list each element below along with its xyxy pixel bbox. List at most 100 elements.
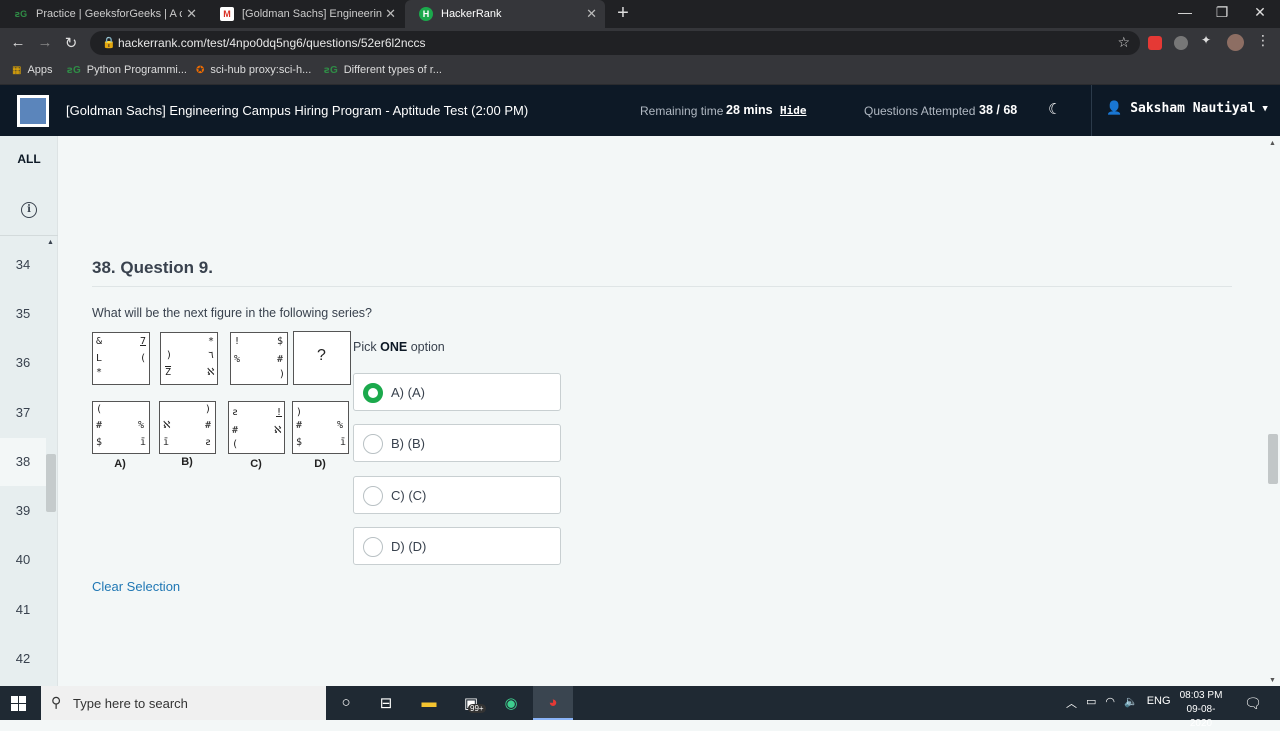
series-figure-1: & 7 L( * [92,332,150,385]
all-questions-button[interactable]: ALL [0,152,58,166]
hackerrank-icon: H [419,7,433,21]
puzzle-extensions-icon[interactable]: ✦ [1201,33,1215,47]
close-window-icon[interactable]: ✕ [1250,4,1270,21]
sidebar-item-42[interactable]: 42 [0,651,46,666]
sidebar-item-35[interactable]: 35 [0,306,46,321]
page-scrollbar[interactable]: ▲ ▼ [1266,136,1280,686]
bookmark-different-types[interactable]: ꙅG Different types of r... [324,64,442,76]
answer-label-d: D) [314,458,326,470]
taskbar-search-input[interactable]: ⚲ Type here to search [41,686,326,720]
option-c[interactable]: C) (C) [353,476,561,514]
omnibox[interactable]: 🔒 hackerrank.com/test/4npo0dq5ng6/questi… [90,31,1140,55]
pick-prefix: Pick [353,340,377,354]
app-icon[interactable]: ▣99+ [460,694,486,713]
wifi-icon[interactable]: ◠ [1105,695,1115,711]
sidebar-item-39[interactable]: 39 [0,503,46,518]
remaining-time-value: 28 mins [726,103,773,117]
question-title: 38. Question 9. [92,258,213,277]
action-center-icon[interactable]: 🗨 [1244,695,1262,712]
scrollbar-thumb[interactable] [1268,434,1278,484]
sidebar-item-40[interactable]: 40 [0,552,46,567]
reload-icon[interactable]: ↻ [62,34,80,52]
scroll-up-icon[interactable]: ▲ [47,239,54,246]
scroll-down-icon[interactable]: ▼ [1269,677,1276,684]
answer-label-a: A) [114,458,126,470]
answer-figure-c: ƨ! # ℵ ( [228,401,285,454]
sidebar-item-41[interactable]: 41 [0,602,46,617]
clear-selection-link[interactable]: Clear Selection [92,579,180,594]
forward-icon[interactable]: → [36,34,54,51]
language-indicator[interactable]: ENG [1147,695,1171,711]
close-icon[interactable]: ✕ [586,6,597,22]
chrome-taskbar-button[interactable]: ◕ [533,686,573,720]
extension-icon[interactable] [1148,36,1162,50]
sidebar-item-38[interactable]: 38 [0,438,46,486]
url-text[interactable]: hackerrank.com/test/4npo0dq5ng6/question… [118,36,426,50]
minimize-icon[interactable]: — [1175,4,1195,20]
sidebar-divider [0,235,58,236]
menu-kebab-icon[interactable]: ⋮ [1256,32,1270,48]
clock[interactable]: 08:03 PM 09-08-2020 [1176,689,1226,731]
windows-start-icon[interactable] [11,696,27,712]
clock-time: 08:03 PM [1179,690,1223,701]
dark-mode-moon-icon[interactable]: ☾ [1048,100,1061,118]
option-d[interactable]: D) (D) [353,527,561,565]
user-menu[interactable]: 👤 Saksham Nautiyal ▼ [1106,101,1268,116]
bookmark-scihub[interactable]: ✪ sci-hub proxy:sci-h... [196,64,311,76]
option-label: C) (C) [391,488,427,503]
bookmarks-bar: ▦ Apps ꙅG Python Programmi... ✪ sci-hub … [0,58,1280,85]
questions-attempted-value: 38 / 68 [979,103,1018,117]
radio-unselected[interactable] [363,537,383,557]
company-logo [17,95,49,127]
close-icon[interactable]: ✕ [186,6,197,22]
series-figure-2: * ) ٦ Zℵ [160,332,218,385]
questions-attempted-label: Questions Attempted [864,104,976,118]
volume-icon[interactable]: 🔈 [1124,695,1138,711]
cortana-icon[interactable]: ○ [335,694,357,711]
series-figure-3: ! $ % # ) [230,332,288,385]
back-icon[interactable]: ← [9,34,27,51]
sidebar-item-34[interactable]: 34 [0,257,46,272]
chevron-up-icon[interactable]: ︿ [1066,695,1077,711]
system-tray: ︿ ▭ ◠ 🔈 ENG [1066,695,1171,711]
series-figure-unknown: ? [293,331,351,385]
tab-geeksforgeeks[interactable]: ꙅG Practice | GeeksforGeeks | A com ✕ [0,0,205,28]
radio-unselected[interactable] [363,486,383,506]
battery-icon[interactable]: ▭ [1086,695,1096,711]
geeksforgeeks-icon: ꙅG [324,64,338,76]
option-label: A) (A) [391,385,425,400]
bookmark-label: Python Programmi... [86,64,187,76]
restore-icon[interactable]: ❐ [1212,4,1232,21]
scroll-up-icon[interactable]: ▲ [1269,140,1276,147]
option-b[interactable]: B) (B) [353,424,561,462]
hide-timer-button[interactable]: Hide [780,104,807,117]
globe-extension-icon[interactable] [1174,36,1188,50]
gmail-icon: M [220,7,234,21]
info-icon[interactable]: i [21,202,37,218]
new-tab-button[interactable]: + [612,3,634,25]
option-a[interactable]: A) (A) [353,373,561,411]
test-title: [Goldman Sachs] Engineering Campus Hirin… [66,103,529,118]
tab-hackerrank[interactable]: H HackerRank ✕ [405,0,605,28]
header-divider [1091,85,1092,136]
close-icon[interactable]: ✕ [385,6,396,22]
sidebar-item-37[interactable]: 37 [0,405,46,420]
radio-selected[interactable] [363,383,383,403]
remaining-time-label: Remaining time [640,104,724,118]
task-view-icon[interactable]: ⊟ [375,694,397,712]
tab-gmail[interactable]: M [Goldman Sachs] Engineering Ca ✕ [206,0,404,28]
user-name: Saksham Nautiyal [1130,101,1256,116]
edge-icon[interactable]: ◉ [500,694,522,712]
bookmark-star-icon[interactable]: ☆ [1117,34,1130,51]
sidebar-scrollbar[interactable] [46,454,56,512]
bookmark-python[interactable]: ꙅG Python Programmi... [67,64,187,76]
answer-figure-d: ) #% $ ī [292,401,349,454]
pick-bold: ONE [380,340,408,354]
profile-avatar[interactable] [1227,34,1244,51]
sidebar-item-36[interactable]: 36 [0,355,46,370]
bookmark-apps[interactable]: ▦ Apps [12,64,53,76]
radio-unselected[interactable] [363,434,383,454]
sci-hub-icon: ✪ [196,64,205,76]
answer-figure-a: ( #% $ ī [92,401,150,454]
file-explorer-icon[interactable]: ▬ [418,694,440,711]
